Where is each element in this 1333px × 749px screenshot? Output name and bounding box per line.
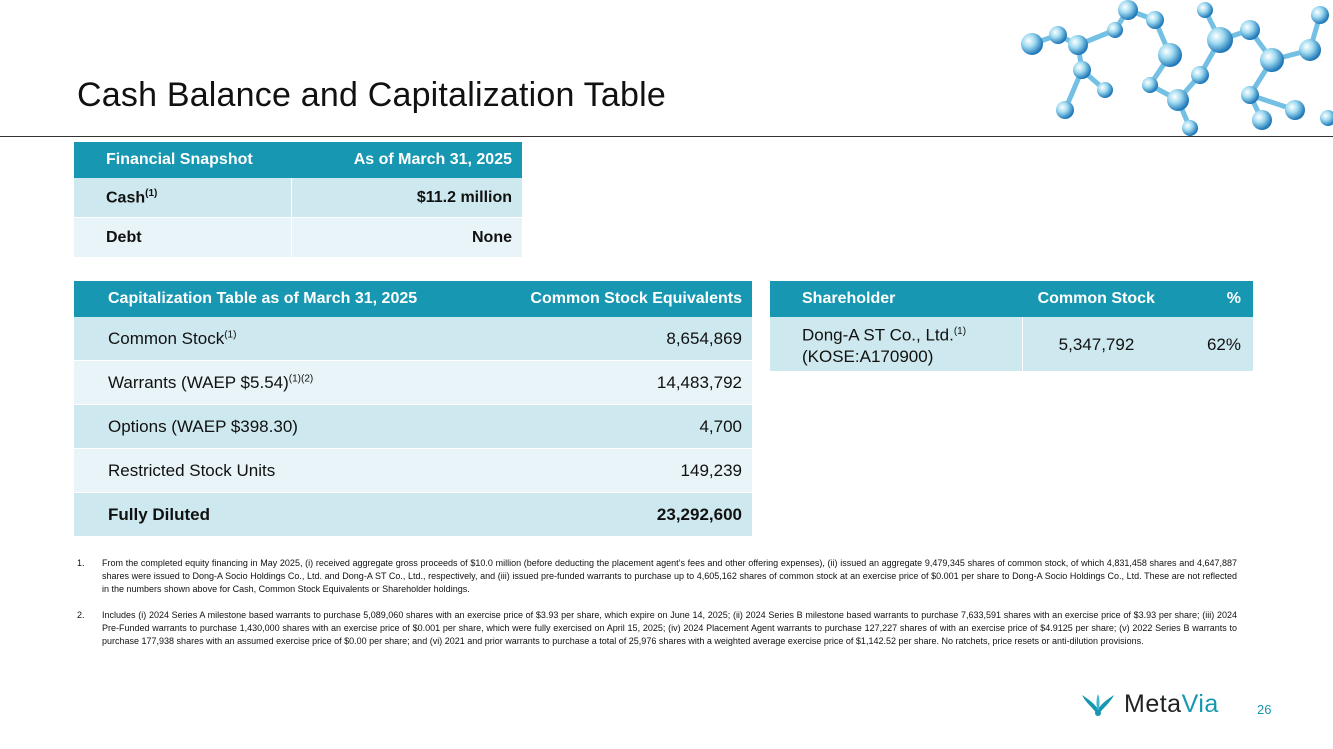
row-label: Common Stock(1) bbox=[74, 317, 468, 361]
row-label: Debt bbox=[74, 217, 292, 258]
footnote-number: 1. bbox=[77, 558, 85, 568]
row-label: Restricted Stock Units bbox=[74, 448, 468, 493]
page-number: 26 bbox=[1257, 702, 1272, 717]
row-value: $11.2 million bbox=[290, 178, 522, 218]
page-title: Cash Balance and Capitalization Table bbox=[77, 76, 666, 114]
shareholder-ticker: (KOSE:A170900) bbox=[802, 346, 934, 366]
row-value: 14,483,792 bbox=[467, 360, 752, 405]
column-header: Common Stock bbox=[1022, 281, 1181, 317]
title-divider bbox=[0, 136, 1333, 137]
table-row: Debt None bbox=[74, 217, 522, 258]
table-row: Options (WAEP $398.30) 4,700 bbox=[74, 404, 752, 449]
row-value: 4,700 bbox=[467, 404, 752, 449]
footnote-text: From the completed equity financing in M… bbox=[102, 558, 1237, 594]
logo-text: MetaVia bbox=[1124, 690, 1219, 718]
shareholder-table: Shareholder Common Stock % Dong-A ST Co.… bbox=[770, 281, 1253, 372]
row-value: 149,239 bbox=[467, 448, 752, 493]
metavia-logo: MetaVia bbox=[1080, 690, 1219, 719]
column-header: Capitalization Table as of March 31, 202… bbox=[74, 281, 468, 317]
table-row: Common Stock(1) 8,654,869 bbox=[74, 317, 752, 361]
row-value: 8,654,869 bbox=[467, 317, 752, 361]
table-header-row: Financial Snapshot As of March 31, 2025 bbox=[74, 142, 522, 178]
leaf-logo-icon bbox=[1082, 693, 1114, 716]
column-header: As of March 31, 2025 bbox=[291, 142, 522, 178]
row-value: None bbox=[290, 217, 522, 258]
table-row: Warrants (WAEP $5.54)(1)(2) 14,483,792 bbox=[74, 360, 752, 405]
row-label: Fully Diluted bbox=[74, 492, 468, 537]
table-row: Dong-A ST Co., Ltd.(1) (KOSE:A170900) 5,… bbox=[770, 317, 1253, 372]
row-label: Warrants (WAEP $5.54)(1)(2) bbox=[74, 360, 468, 405]
footnote-text: Includes (i) 2024 Series A milestone bas… bbox=[102, 610, 1237, 646]
capitalization-table: Capitalization Table as of March 31, 202… bbox=[74, 281, 752, 537]
financial-snapshot-table: Financial Snapshot As of March 31, 2025 … bbox=[74, 142, 522, 258]
column-header: Financial Snapshot bbox=[74, 142, 292, 178]
row-label: Options (WAEP $398.30) bbox=[74, 404, 468, 449]
shareholder-shares: 5,347,792 bbox=[1021, 317, 1181, 372]
table-row: Cash(1) $11.2 million bbox=[74, 178, 522, 218]
footnote: 2. Includes (i) 2024 Series A milestone … bbox=[77, 609, 1237, 648]
column-header: Shareholder bbox=[770, 281, 1022, 317]
column-header: Common Stock Equivalents bbox=[467, 281, 752, 317]
column-header: % bbox=[1180, 281, 1253, 317]
footnote-number: 2. bbox=[77, 610, 85, 620]
row-value: 23,292,600 bbox=[467, 492, 752, 537]
table-header-row: Capitalization Table as of March 31, 202… bbox=[74, 281, 752, 317]
shareholder-percent: 62% bbox=[1180, 317, 1253, 372]
molecule-graphic bbox=[1021, 0, 1333, 136]
table-header-row: Shareholder Common Stock % bbox=[770, 281, 1253, 317]
footnote: 1. From the completed equity financing i… bbox=[77, 557, 1237, 596]
shareholder-name: Dong-A ST Co., Ltd.(1) (KOSE:A170900) bbox=[770, 317, 1022, 372]
row-label: Cash(1) bbox=[74, 178, 292, 218]
footnotes: 1. From the completed equity financing i… bbox=[77, 557, 1237, 661]
table-row: Restricted Stock Units 149,239 bbox=[74, 448, 752, 493]
table-row-total: Fully Diluted 23,292,600 bbox=[74, 492, 752, 537]
